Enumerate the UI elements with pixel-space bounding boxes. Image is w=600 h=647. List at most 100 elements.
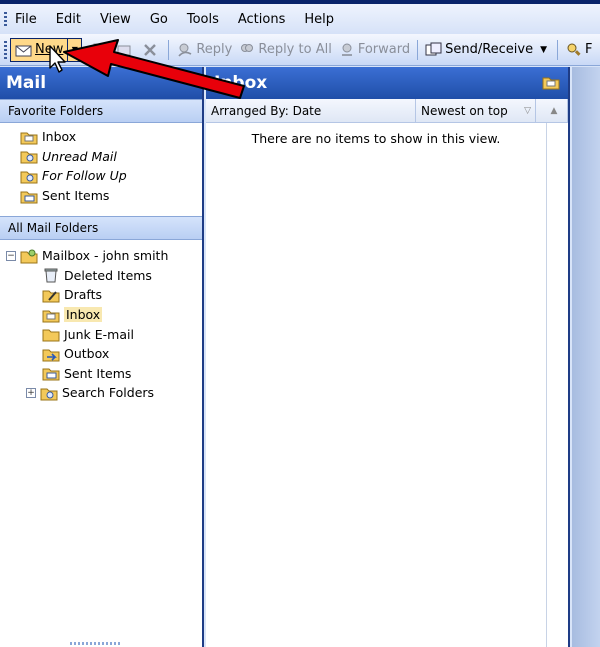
- find-icon: [565, 42, 583, 58]
- list-divider: [546, 123, 547, 647]
- nav-pane-title: Mail: [0, 67, 202, 99]
- send-receive-button[interactable]: Send/Receive: [422, 38, 536, 62]
- new-mail-icon: [15, 42, 33, 58]
- junk-folder-icon: [42, 329, 60, 342]
- menu-tools[interactable]: Tools: [187, 10, 219, 29]
- menu-go[interactable]: Go: [150, 10, 168, 29]
- favorite-item-sent-items[interactable]: Sent Items: [0, 186, 202, 206]
- tree-item-label: Deleted Items: [64, 267, 152, 283]
- scroll-up-icon: ▲: [550, 105, 558, 116]
- forward-button[interactable]: Forward: [335, 38, 413, 62]
- favorite-item-label: Sent Items: [42, 188, 110, 204]
- reply-all-button[interactable]: Reply to All: [235, 38, 334, 62]
- send-receive-dropdown-arrow[interactable]: ▼: [540, 45, 547, 55]
- toolbar-separator: [168, 39, 170, 60]
- inbox-folder-icon: [20, 132, 38, 145]
- tree-item-deleted-items[interactable]: Deleted Items: [0, 266, 202, 286]
- tree-item-outbox[interactable]: Outbox: [0, 344, 202, 364]
- delete-icon: [141, 42, 159, 58]
- reply-label: Reply: [196, 42, 233, 57]
- arranged-by-column[interactable]: Arranged By: Date: [206, 99, 416, 122]
- menu-actions[interactable]: Actions: [238, 10, 286, 29]
- favorite-item-unread-mail[interactable]: Unread Mail: [0, 147, 202, 167]
- tree-item-label: Sent Items: [64, 365, 132, 381]
- move-to-folder-button[interactable]: [112, 38, 138, 62]
- tree-item-label: Junk E-mail: [64, 326, 134, 342]
- tree-item-drafts[interactable]: Drafts: [0, 285, 202, 305]
- sent-items-icon: [20, 191, 38, 204]
- toolbar-grip[interactable]: [4, 40, 7, 59]
- toolbar-separator: [557, 39, 559, 60]
- search-folder-icon: [20, 171, 38, 184]
- menu-file[interactable]: File: [15, 10, 37, 29]
- standard-toolbar: New ▼ Reply Reply to All Forward Send/Re…: [0, 34, 600, 66]
- send-receive-label: Send/Receive: [445, 42, 534, 57]
- mailbox-label: Mailbox - john smith: [42, 248, 169, 264]
- favorite-item-label: Inbox: [42, 129, 77, 145]
- tree-item-label: Inbox: [64, 307, 103, 323]
- favorite-item-label: Unread Mail: [42, 148, 117, 164]
- print-button[interactable]: [86, 38, 112, 62]
- expand-icon[interactable]: +: [26, 387, 36, 398]
- toolbar-separator: [417, 39, 419, 60]
- sort-order-label: Newest on top: [421, 103, 508, 118]
- empty-list-message: There are no items to show in this view.: [251, 131, 501, 146]
- menu-edit[interactable]: Edit: [56, 10, 81, 29]
- favorite-item-for-follow-up[interactable]: For Follow Up: [0, 166, 202, 186]
- folder-title: Inbox: [214, 73, 268, 93]
- mailbox-icon: [20, 249, 38, 264]
- reply-all-label: Reply to All: [258, 42, 332, 57]
- search-folder-icon: [40, 388, 58, 401]
- reading-pane-edge: [572, 67, 600, 647]
- tree-item-label: Outbox: [64, 346, 110, 362]
- print-icon: [89, 42, 107, 58]
- delete-button[interactable]: [138, 38, 164, 62]
- tree-item-label: Drafts: [64, 287, 103, 303]
- folder-tree: − Mailbox - john smith Deleted Items Dra…: [0, 240, 202, 403]
- drafts-icon: [42, 290, 60, 303]
- scroll-up-button[interactable]: ▲: [536, 99, 568, 122]
- sent-items-icon: [42, 368, 60, 381]
- sort-arrow-icon: ▽: [524, 105, 531, 116]
- move-to-folder-icon: [115, 42, 133, 58]
- arranged-by-label: Arranged By: Date: [211, 103, 322, 118]
- nav-pane-resize-grip[interactable]: [70, 642, 120, 645]
- tree-item-inbox[interactable]: Inbox: [0, 305, 202, 325]
- collapse-icon[interactable]: −: [6, 250, 16, 261]
- favorite-folders-list: Inbox Unread Mail For Follow Up Sent Ite…: [0, 123, 202, 216]
- reply-icon: [176, 42, 194, 58]
- tree-item-junk-email[interactable]: Junk E-mail: [0, 324, 202, 344]
- navigation-pane: Mail Favorite Folders Inbox Unread Mail …: [0, 67, 204, 647]
- menu-grip[interactable]: [4, 12, 7, 26]
- message-list[interactable]: There are no items to show in this view.: [206, 123, 568, 647]
- mouse-cursor-icon: [49, 45, 66, 73]
- tree-item-sent-items[interactable]: Sent Items: [0, 364, 202, 384]
- arrange-by-header: Arranged By: Date Newest on top ▽ ▲: [206, 99, 568, 123]
- menu-help[interactable]: Help: [304, 10, 334, 29]
- favorite-folders-header[interactable]: Favorite Folders: [0, 99, 202, 123]
- tree-item-search-folders[interactable]: + Search Folders: [0, 383, 202, 403]
- send-receive-icon: [425, 42, 443, 58]
- message-list-pane: Inbox Arranged By: Date Newest on top ▽ …: [206, 67, 570, 647]
- sort-order-column[interactable]: Newest on top ▽: [416, 99, 536, 122]
- find-button[interactable]: F: [562, 38, 595, 62]
- new-dropdown-arrow[interactable]: ▼: [68, 37, 83, 62]
- search-folder-icon: [20, 151, 38, 164]
- favorite-item-label: For Follow Up: [42, 168, 127, 184]
- folder-title-bar: Inbox: [206, 67, 568, 99]
- tree-item-mailbox[interactable]: − Mailbox - john smith: [0, 246, 202, 266]
- forward-label: Forward: [357, 42, 411, 57]
- reply-button[interactable]: Reply: [173, 38, 235, 62]
- deleted-items-icon: [44, 268, 58, 283]
- favorite-item-inbox[interactable]: Inbox: [0, 127, 202, 147]
- find-label: F: [585, 42, 593, 57]
- all-mail-folders-header[interactable]: All Mail Folders: [0, 216, 202, 240]
- menu-bar: File Edit View Go Tools Actions Help: [0, 4, 600, 34]
- tree-item-label: Search Folders: [62, 385, 155, 401]
- menu-view[interactable]: View: [100, 10, 131, 29]
- forward-icon: [338, 42, 356, 58]
- folder-header-icon: [542, 77, 560, 90]
- outbox-icon: [42, 349, 60, 362]
- inbox-folder-icon: [42, 310, 60, 323]
- reply-all-icon: [238, 42, 256, 58]
